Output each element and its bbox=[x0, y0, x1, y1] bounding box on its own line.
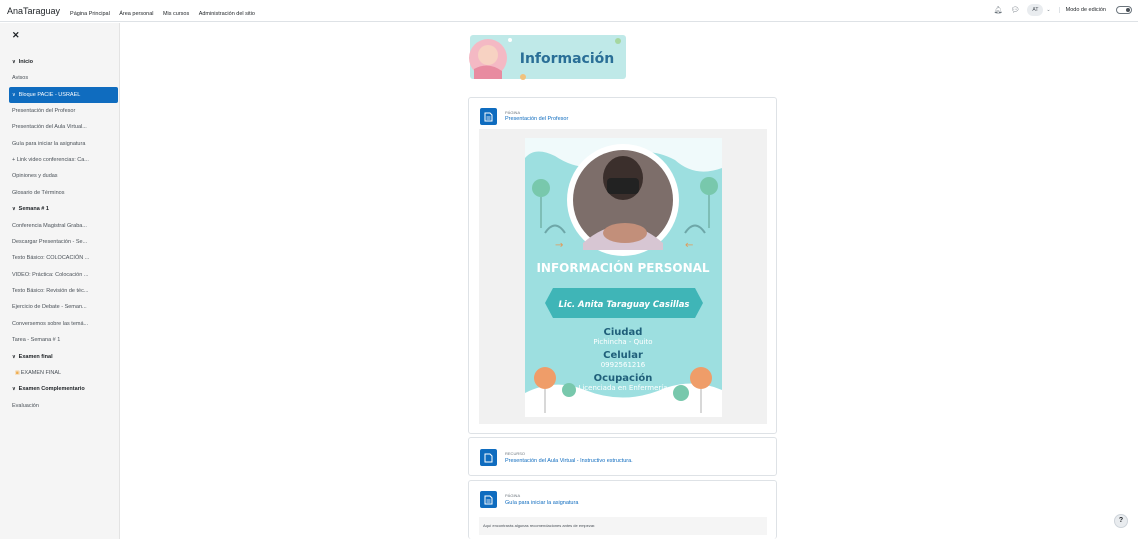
course-index-label: Presentación del Aula Virtual... bbox=[12, 124, 87, 131]
chevron-down-icon[interactable]: ∨ bbox=[12, 381, 16, 397]
svg-text:→: → bbox=[555, 240, 563, 251]
edit-mode-toggle[interactable] bbox=[1116, 6, 1132, 14]
course-index-item[interactable]: Opiniones y dudas bbox=[0, 168, 120, 184]
poster-city-value: Pichincha - Quito bbox=[593, 338, 652, 346]
course-index-label: Evaluación bbox=[12, 402, 39, 409]
course-section-active[interactable]: ∨ Bloque PACIE - USRAEL bbox=[9, 86, 118, 103]
poster-name: Lic. Anita Taraguay Casillas bbox=[559, 300, 690, 310]
course-index-label: Descargar Presentación - Se... bbox=[12, 238, 88, 245]
activity-card-guide: PÁGINA Guía para iniciar la asignatura A… bbox=[468, 480, 777, 539]
info-banner: Información bbox=[468, 31, 628, 83]
activity-card-virtual-classroom: RECURSO Presentación del Aula Virtual - … bbox=[468, 437, 777, 476]
activity-card-teacher: PÁGINA Presentación del Profesor → ← INF… bbox=[468, 97, 777, 434]
poster-graphic: → ← INFORMACIÓN PERSONAL Lic. Anita Tara… bbox=[525, 138, 722, 417]
edit-mode-label: Modo de edición bbox=[1058, 7, 1106, 13]
course-index-label: Texto Básico: COLOCACIÓN ... bbox=[12, 255, 90, 262]
course-index-item[interactable]: Tarea - Semana # 1 bbox=[0, 332, 120, 348]
banner-graphic: Información bbox=[468, 31, 628, 83]
poster-heading: INFORMACIÓN PERSONAL bbox=[536, 260, 709, 275]
nav-home[interactable]: Página Principal bbox=[70, 11, 110, 17]
course-index-label: Glosario de Términos bbox=[12, 189, 65, 196]
course-index-label: + Link video conferencias: Ca... bbox=[12, 156, 89, 163]
course-index-item[interactable]: Texto Básico: Revisión de téc... bbox=[0, 283, 120, 299]
course-index-item[interactable]: Avisos bbox=[0, 70, 120, 86]
course-index-item[interactable]: Ejercicio de Debate - Seman... bbox=[0, 299, 120, 315]
page-icon bbox=[480, 491, 497, 508]
poster-phone-label: Celular bbox=[603, 350, 643, 361]
course-index-label: Avisos bbox=[12, 75, 29, 82]
site-brand[interactable]: AnaTaraguay bbox=[7, 6, 60, 16]
nav-site-admin[interactable]: Administración del sitio bbox=[199, 11, 255, 17]
course-index-label: Tarea - Semana # 1 bbox=[12, 337, 61, 344]
chevron-down-icon[interactable]: ∨ bbox=[12, 349, 16, 365]
quiz-icon: ▣ bbox=[15, 370, 20, 377]
course-index-label: Conversemos sobre las temá... bbox=[12, 320, 89, 327]
course-index-item[interactable]: Presentación del Aula Virtual... bbox=[0, 119, 120, 135]
course-index-label: Examen final bbox=[18, 353, 53, 360]
file-icon bbox=[480, 449, 497, 466]
course-index-item[interactable]: ▣EXAMEN FINAL bbox=[0, 365, 120, 381]
primary-nav: Página Principal Área personal Mis curso… bbox=[70, 2, 260, 20]
course-index-label: Inicio bbox=[18, 59, 34, 65]
course-index-item[interactable]: Conferencia Magistral Graba... bbox=[0, 218, 120, 234]
course-index-label: VIDEO: Práctica: Colocación ... bbox=[12, 271, 89, 278]
activity-link[interactable]: Guía para iniciar la asignatura bbox=[505, 500, 578, 506]
nav-my-courses[interactable]: Mis cursos bbox=[163, 11, 189, 17]
course-index-label: Examen Complementario bbox=[18, 386, 85, 393]
course-index-item[interactable]: Evaluación bbox=[0, 398, 120, 414]
course-section[interactable]: ∨ Inicio bbox=[0, 54, 120, 70]
page-icon bbox=[480, 108, 497, 125]
course-index-item[interactable]: Presentación del Profesor bbox=[0, 103, 120, 119]
user-controls: 🔔︎ 💬︎ AT ⌄ Modo de edición bbox=[994, 4, 1132, 16]
course-index-item[interactable]: + Link video conferencias: Ca... bbox=[0, 152, 120, 168]
course-index-label: Opiniones y dudas bbox=[12, 173, 58, 180]
page-content: → ← INFORMACIÓN PERSONAL Lic. Anita Tara… bbox=[479, 129, 767, 424]
avatar[interactable]: AT bbox=[1027, 4, 1044, 16]
course-index-label: Conferencia Magistral Graba... bbox=[12, 222, 87, 229]
activity-description: Aquí encontrarás algunas recomendaciones… bbox=[479, 517, 767, 535]
bell-icon[interactable]: 🔔︎ bbox=[994, 6, 1003, 14]
activity-link[interactable]: Presentación del Aula Virtual - Instruct… bbox=[505, 458, 633, 464]
poster-job-label: Ocupación bbox=[594, 372, 653, 384]
course-index-item[interactable]: Glosario de Términos bbox=[0, 185, 120, 201]
course-index-label: Semana # 1 bbox=[18, 206, 49, 213]
course-index-item[interactable]: Descargar Presentación - Se... bbox=[0, 234, 120, 250]
course-index-item[interactable]: Guía para iniciar la asignatura bbox=[0, 136, 120, 152]
chevron-down-icon[interactable]: ∨ bbox=[12, 201, 16, 217]
course-index-item[interactable]: VIDEO: Práctica: Colocación ... bbox=[0, 267, 120, 283]
course-index: ∨ Inicio Avisos ∨ Bloque PACIE - USRAEL Prese… bbox=[0, 54, 120, 414]
activity-type: PÁGINA bbox=[505, 110, 521, 115]
course-section[interactable]: ∨ Examen final bbox=[0, 349, 120, 365]
nav-dashboard[interactable]: Área personal bbox=[119, 11, 153, 17]
course-index-label: Guía para iniciar la asignatura bbox=[12, 140, 86, 147]
course-index-label: Ejercicio de Debate - Seman... bbox=[12, 304, 87, 311]
course-index-label: EXAMEN FINAL bbox=[20, 370, 62, 377]
poster-job-value: Licenciada en Enfermería bbox=[578, 384, 667, 392]
svg-text:←: ← bbox=[685, 240, 693, 251]
course-index-drawer: ✕ ∨ Inicio Avisos ∨ Bloque PACIE - USRAEL Pre… bbox=[0, 23, 120, 539]
chevron-down-icon: ⌄ bbox=[1046, 7, 1051, 13]
close-icon[interactable]: ✕ bbox=[12, 30, 20, 41]
course-index-label: Bloque PACIE - USRAEL bbox=[18, 91, 81, 98]
poster-phone-value: 0992561216 bbox=[601, 361, 646, 369]
course-section[interactable]: ∨ Examen Complementario bbox=[0, 381, 120, 397]
user-menu[interactable]: AT ⌄ bbox=[1027, 4, 1051, 16]
activity-type: PÁGINA bbox=[505, 493, 521, 498]
activity-link[interactable]: Presentación del Profesor bbox=[505, 116, 568, 122]
course-section[interactable]: ∨ Semana # 1 bbox=[0, 201, 120, 217]
chat-icon[interactable]: 💬︎ bbox=[1011, 6, 1020, 14]
navbar: AnaTaraguay Página Principal Área person… bbox=[0, 0, 1138, 22]
activity-type: RECURSO bbox=[505, 451, 526, 456]
teacher-poster: → ← INFORMACIÓN PERSONAL Lic. Anita Tara… bbox=[525, 138, 722, 417]
chevron-down-icon[interactable]: ∨ bbox=[12, 54, 16, 70]
course-index-label: Texto Básico: Revisión de téc... bbox=[12, 288, 89, 295]
course-index-item[interactable]: Texto Básico: COLOCACIÓN ... bbox=[0, 250, 120, 266]
chevron-down-icon[interactable]: ∨ bbox=[12, 87, 16, 103]
course-index-item[interactable]: Conversemos sobre las temá... bbox=[0, 316, 120, 332]
course-index-label: Presentación del Profesor bbox=[12, 107, 76, 114]
help-button[interactable]: ? bbox=[1114, 514, 1128, 528]
banner-title: Información bbox=[520, 51, 615, 67]
poster-city-label: Ciudad bbox=[604, 327, 643, 338]
